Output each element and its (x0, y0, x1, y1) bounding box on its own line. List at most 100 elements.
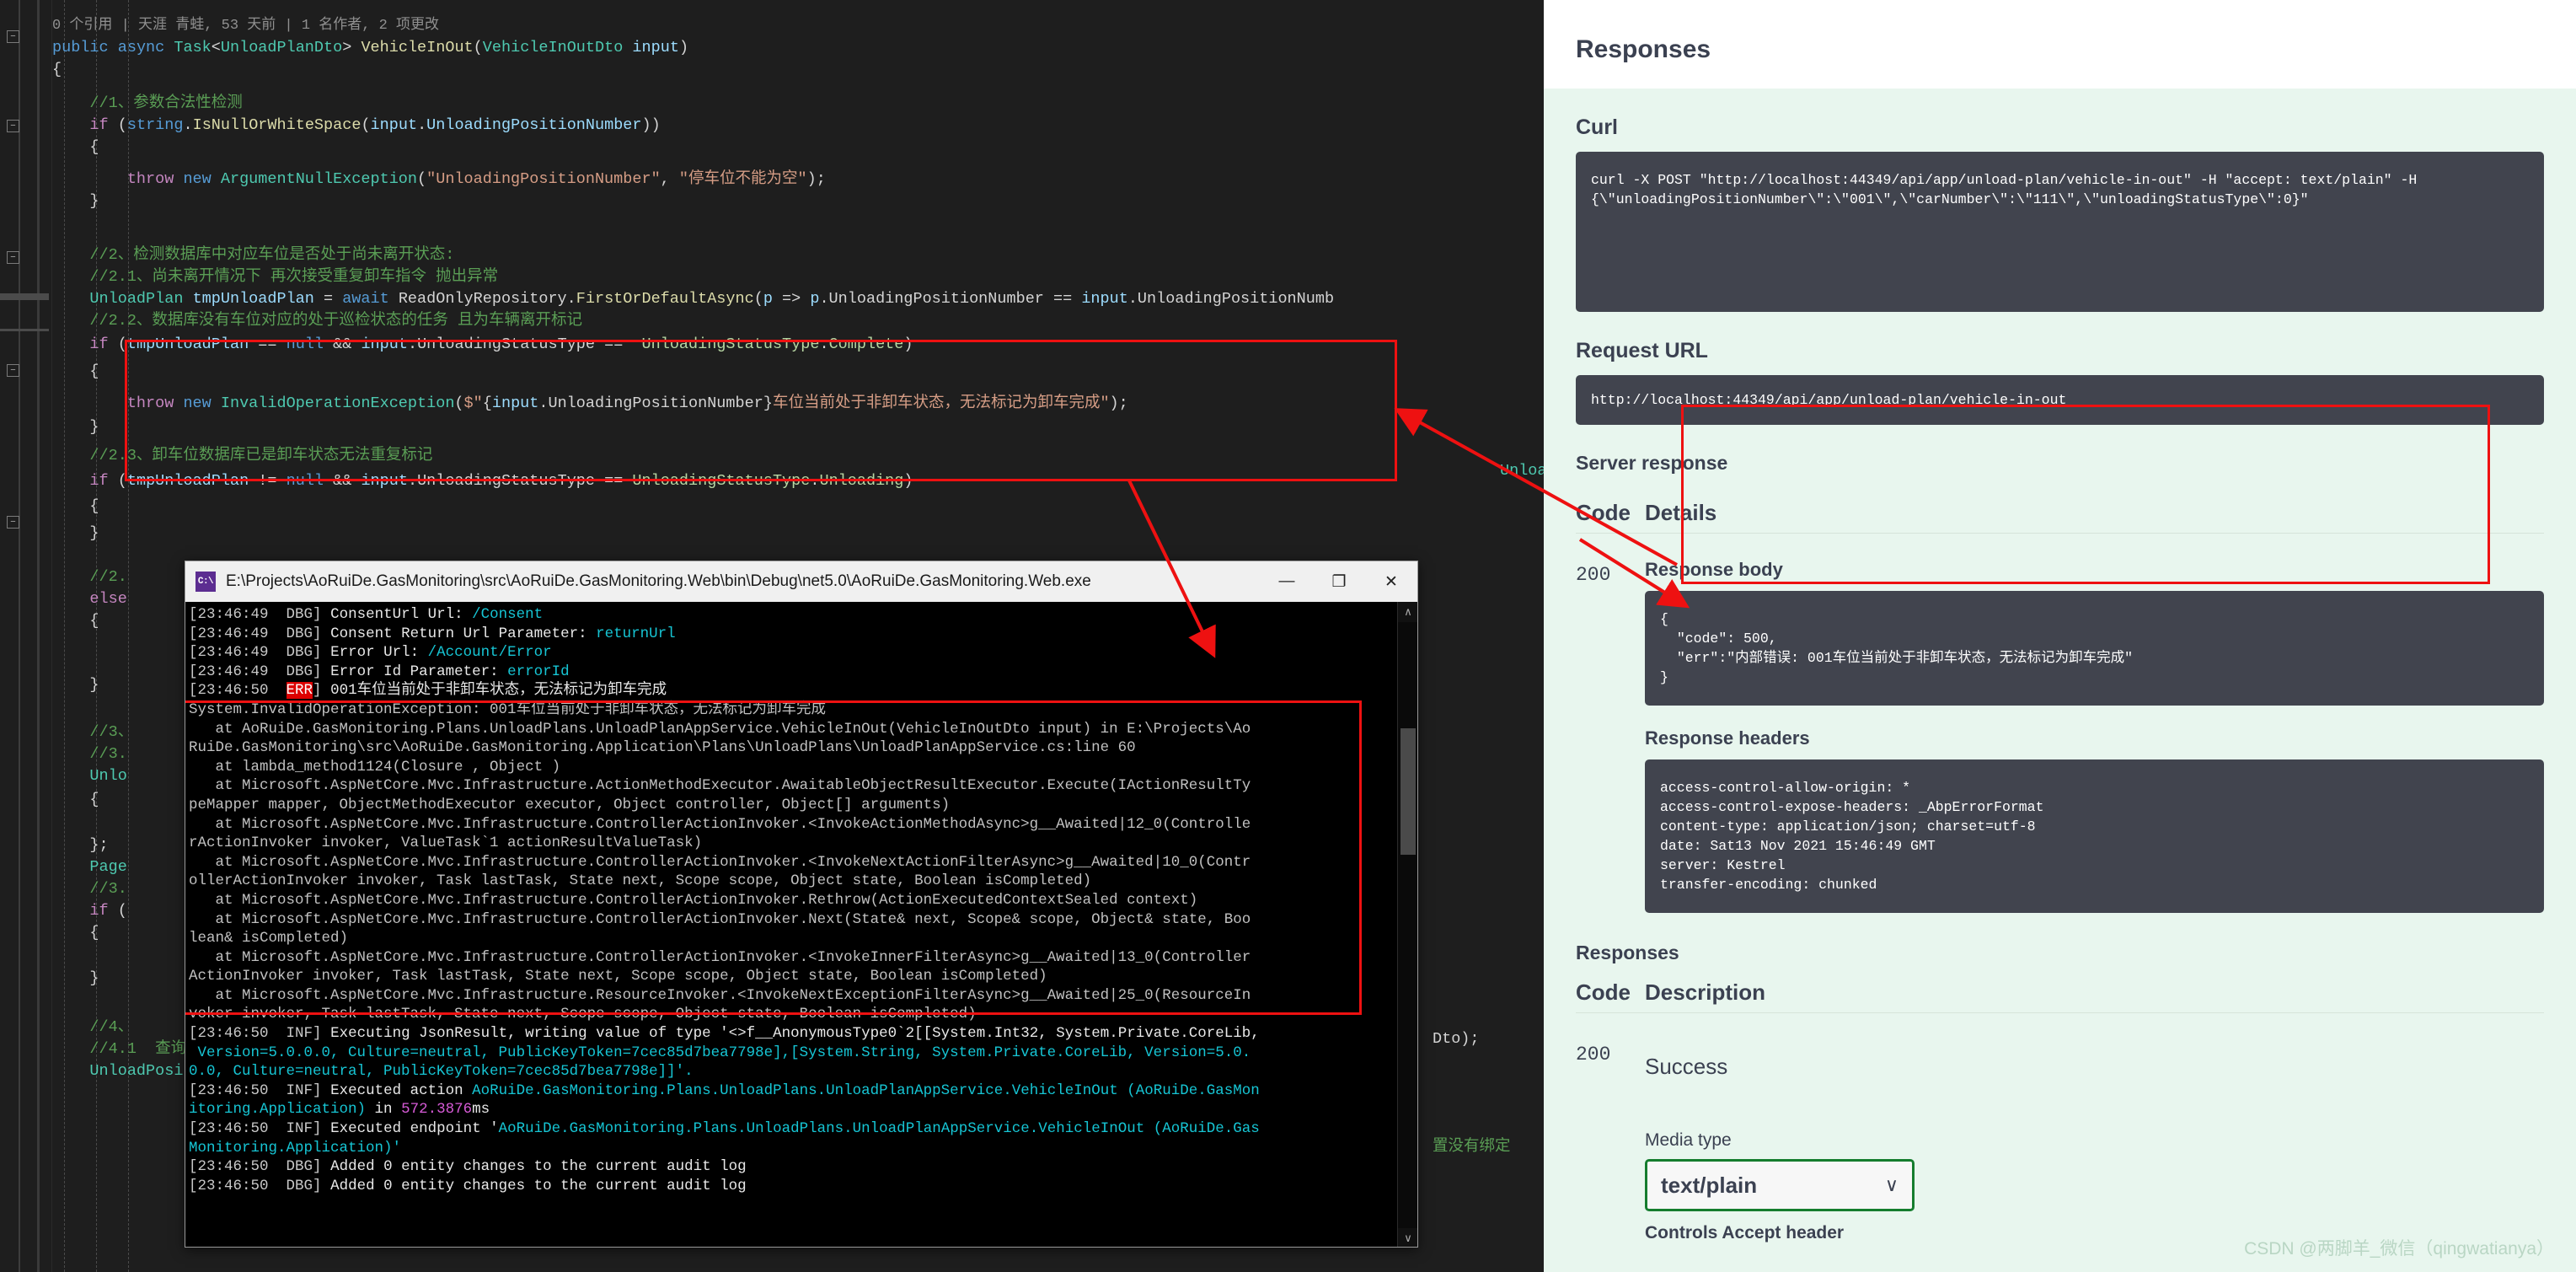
code-line: //2.2、数据库没有车位对应的处于巡检状态的任务 且为车辆离开标记 (52, 312, 583, 330)
code-line: } (52, 418, 99, 436)
media-type-select[interactable]: text/plain ∨ (1645, 1159, 1915, 1211)
code-line: //1、参数合法性检测 (52, 94, 243, 112)
console-log-line: ollerActionInvoker invoker, Task lastTas… (189, 872, 1092, 890)
console-log-line: Monitoring.Application)' (189, 1139, 402, 1157)
console-log-line: [23:46:50 INF] Executed action AoRuiDe.G… (189, 1081, 1260, 1099)
console-titlebar[interactable]: C:\ E:\Projects\AoRuiDe.GasMonitoring\sr… (185, 561, 1417, 602)
code-line: else (89, 590, 127, 608)
maximize-button[interactable]: ❐ (1313, 561, 1365, 602)
media-type-value: text/plain (1661, 1172, 1758, 1198)
code-line: Page (89, 858, 127, 876)
code-fragment-right: Dto); (1433, 1030, 1480, 1048)
console-log-line: at Microsoft.AspNetCore.Mvc.Infrastructu… (189, 986, 1251, 1004)
log-level: DBG (286, 606, 313, 623)
code-line: if (tmpUnloadPlan == null && input.Unloa… (89, 335, 913, 353)
console-log-line: [23:46:50 INF] Executing JsonResult, wri… (189, 1025, 1260, 1043)
fold-toggle-icon[interactable]: − (7, 516, 19, 529)
code-lens[interactable]: 0 个引用 | 天涯 青蛙, 53 天前 | 1 名作者, 2 项更改 (52, 15, 439, 37)
log-level: DBG (286, 663, 313, 680)
scroll-up-icon[interactable]: ∧ (1398, 602, 1417, 622)
code-line: } (52, 192, 99, 210)
console-log-line: lean& isCompleted) (189, 930, 349, 947)
fold-toggle-icon[interactable]: − (7, 30, 19, 43)
console-log-line: [23:46:50 INF] Executed endpoint 'AoRuiD… (189, 1120, 1260, 1138)
console-log-line: [23:46:49 DBG] Consent Return Url Parame… (189, 625, 676, 642)
code-line: { (52, 791, 99, 808)
code-line: } (52, 524, 99, 542)
log-level: INF (286, 1081, 313, 1099)
code-line: { (52, 61, 62, 78)
console-log-line: [23:46:49 DBG] ConsentUrl Url: /Consent (189, 606, 544, 623)
console-log-line: at Microsoft.AspNetCore.Mvc.Infrastructu… (189, 910, 1251, 928)
console-window[interactable]: C:\ E:\Projects\AoRuiDe.GasMonitoring\sr… (185, 561, 1418, 1248)
column-header-code: Code (1576, 979, 1631, 1005)
request-url-label: Request URL (1576, 339, 1708, 362)
close-button[interactable]: ✕ (1365, 561, 1417, 602)
curl-label: Curl (1576, 115, 1618, 139)
console-log-line: [23:46:49 DBG] Error Url: /Account/Error (189, 644, 552, 662)
code-line: }; (89, 836, 109, 854)
code-line: //3、 (52, 723, 134, 741)
request-url-block[interactable]: http://localhost:44349/api/app/unload-pl… (1576, 375, 2544, 425)
response-headers-block[interactable]: access-control-allow-origin: * access-co… (1645, 759, 2544, 913)
log-level: INF (286, 1120, 313, 1138)
server-response-table-header: Code Details (1576, 500, 2544, 533)
watermark: CSDN @两脚羊_微信（qingwatianya） (2244, 1239, 2554, 1259)
fold-toggle-icon[interactable]: − (7, 364, 19, 377)
log-level: DBG (286, 1158, 313, 1176)
code-line: } (52, 676, 99, 694)
console-scrollbar[interactable]: ∧ ∨ (1397, 602, 1417, 1247)
table-row: 200 Response body { "code": 500, "err":"… (1576, 533, 2544, 913)
fold-toggle-icon[interactable]: − (7, 120, 19, 132)
status-code: 200 (1576, 1044, 1611, 1065)
scrollbar-thumb[interactable] (1400, 728, 1416, 855)
server-response-label: Server response (1576, 452, 1728, 474)
console-log-line: at Microsoft.AspNetCore.Mvc.Infrastructu… (189, 853, 1251, 871)
log-level: DBG (286, 644, 313, 662)
code-line: { (52, 924, 99, 942)
console-log-line: rActionInvoker invoker, ValueTask`1 acti… (189, 835, 703, 852)
gutter-indent-bar (37, 0, 40, 1272)
page-title: Responses (1576, 35, 1711, 63)
response-description: Success (1645, 1054, 1728, 1079)
error-badge: ERR (286, 682, 313, 700)
scroll-down-icon[interactable]: ∨ (1398, 1228, 1417, 1247)
console-log-line: at Microsoft.AspNetCore.Mvc.Infrastructu… (189, 777, 1251, 795)
log-level: DBG (286, 1177, 313, 1194)
response-headers-label: Response headers (1645, 727, 1810, 749)
window-controls: — ❐ ✕ (1261, 561, 1417, 602)
code-line: //2.1、尚未离开情况下 再次接受重复卸车指令 抛出异常 (52, 268, 499, 286)
minimize-button[interactable]: — (1261, 561, 1313, 602)
console-log-line: System.InvalidOperationException: 001车位当… (189, 700, 827, 718)
console-log-line: at lambda_method1124(Closure , Object ) (189, 758, 561, 776)
column-header-details: Details (1645, 500, 1717, 525)
code-line: { (52, 612, 99, 630)
chevron-down-icon: ∨ (1884, 1174, 1899, 1195)
console-log-line: RuiDe.GasMonitoring\src\AoRuiDe.GasMonit… (189, 739, 1136, 757)
console-log-line: at Microsoft.AspNetCore.Mvc.Infrastructu… (189, 948, 1251, 966)
response-body-block[interactable]: { "code": 500, "err":"内部错误: 001车位当前处于非卸车… (1645, 591, 2544, 706)
console-log-line: at Microsoft.AspNetCore.Mvc.Infrastructu… (189, 815, 1251, 833)
code-line: { (52, 138, 99, 156)
fold-toggle-icon[interactable]: − (7, 251, 19, 264)
status-code: 200 (1576, 564, 1611, 586)
code-line: { (52, 362, 99, 380)
column-header-description: Description (1645, 979, 1766, 1005)
code-fragment-right: 置没有绑定 (1433, 1138, 1511, 1156)
responses-table-header: Code Description (1576, 979, 2544, 1012)
swagger-responses-panel[interactable]: Responses Curl curl -X POST "http://loca… (1544, 0, 2576, 1272)
console-log-line: 0.0, Culture=neutral, PublicKeyToken=7ce… (189, 1063, 694, 1081)
editor-gutter: − − − − − (0, 0, 52, 1272)
console-log-line: at Microsoft.AspNetCore.Mvc.Infrastructu… (189, 891, 1198, 909)
console-log-line: itoring.Application) in 572.3876ms (189, 1101, 490, 1119)
code-line: //2.3、卸车位数据库已是卸车状态无法重复标记 (52, 447, 433, 464)
code-line: //4、 (52, 1018, 134, 1036)
gutter-marker-a (0, 293, 49, 300)
swagger-header: Responses (1544, 0, 2576, 89)
code-line: throw new InvalidOperationException($"{i… (126, 394, 1128, 412)
code-line: //3. (52, 880, 127, 898)
column-header-code: Code (1576, 500, 1631, 525)
curl-command-block[interactable]: curl -X POST "http://localhost:44349/api… (1576, 152, 2544, 312)
code-line: { (52, 497, 99, 515)
console-output-area[interactable]: [23:46:49 DBG] ConsentUrl Url: /Consent [… (185, 602, 1417, 1247)
